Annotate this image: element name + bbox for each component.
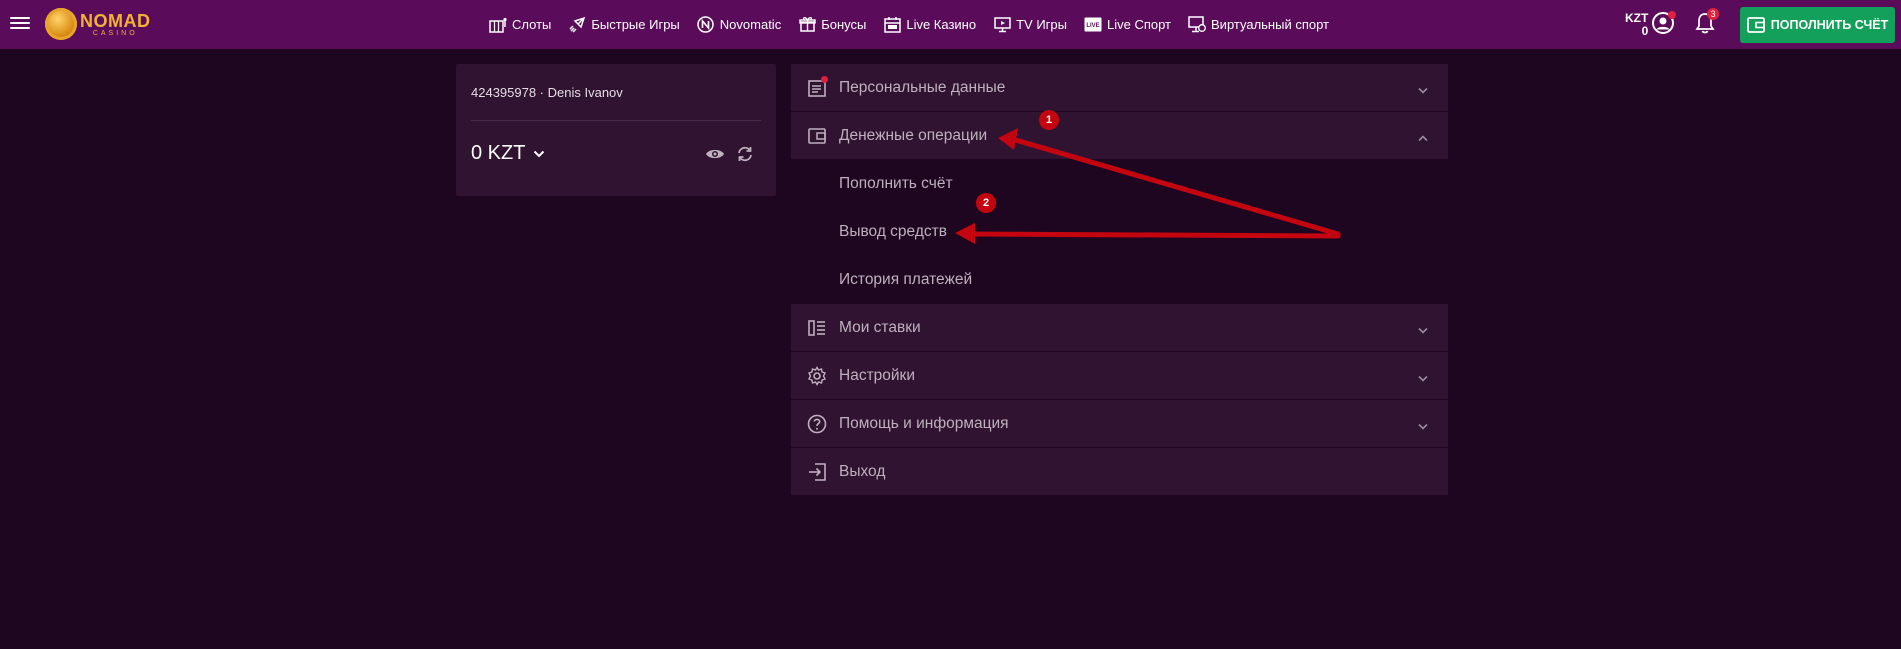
nav-label: Бонусы [821,17,867,32]
menu-item-my-bets[interactable]: Мои ставки [791,304,1448,352]
logo-sub: CASINO [92,29,138,37]
refresh-icon[interactable] [734,143,756,165]
nav-label: TV Игры [1016,17,1067,32]
wallet-icon [1746,17,1765,33]
nav-item-virtual-sport[interactable]: Виртуальный спорт [1188,16,1329,34]
nav-item-live-casino[interactable]: Live Казино [883,16,976,34]
logo-coin-icon [45,8,77,40]
submenu-item-withdraw[interactable]: Вывод средств [791,208,1448,256]
account-balance-selector[interactable]: 0 KZT [471,142,545,165]
novomatic-icon [697,16,715,34]
nav-item-fast-games[interactable]: Быстрые Игры [568,16,680,34]
bets-list-icon [806,317,828,339]
chevron-up-icon [1418,129,1428,147]
menu-item-label: Настройки [839,366,916,384]
annotation-marker-2: 2 [976,193,996,213]
chevron-down-icon [1418,321,1428,339]
nav-item-bonuses[interactable]: Бонусы [798,16,866,34]
nav-label: Live Казино [906,17,977,32]
virtual-sport-icon [1188,16,1206,34]
notifications-bell-icon[interactable]: 3 [1694,8,1719,35]
rocket-icon [568,16,586,34]
header-balance[interactable]: KZT 0 [1625,12,1648,38]
live-casino-icon [883,16,901,34]
annotation-marker-1: 1 [1039,110,1059,130]
account-balance: 0 KZT [471,142,526,164]
eye-icon[interactable] [704,143,726,165]
nav-label: Live Спорт [1106,17,1172,32]
menu-burger-icon[interactable] [10,14,30,34]
user-icon[interactable] [1651,11,1676,35]
live-sport-icon: LIVE [1084,16,1102,34]
nav-item-slots[interactable]: Слоты [489,16,551,34]
svg-text:LIVE: LIVE [1086,23,1099,29]
chevron-down-icon [1418,81,1428,99]
deposit-button-label: ПОПОЛНИТЬ СЧЁТ [1770,18,1889,32]
menu-item-personal-data[interactable]: Персональные данные [791,64,1448,112]
submenu-item-label: Вывод средств [839,223,947,240]
nav-label: Быстрые Игры [591,17,680,32]
submenu-item-label: Пополнить счёт [839,175,953,192]
account-menu: Персональные данные Денежные операции По… [791,64,1448,496]
menu-item-help[interactable]: Помощь и информация [791,400,1448,448]
chevron-down-icon [533,150,545,158]
menu-item-label: Персональные данные [839,78,1006,96]
submenu-item-deposit[interactable]: Пополнить счёт [791,160,1448,208]
menu-item-label: Помощь и информация [839,414,1009,432]
user-alert-dot [1668,11,1676,19]
gear-icon [806,365,828,387]
menu-item-label: Денежные операции [839,126,988,144]
header-balance-amount: 0 [1641,24,1649,38]
chevron-down-icon [1418,417,1428,435]
nav-item-tv-games[interactable]: TV Игры [993,16,1067,34]
menu-item-logout[interactable]: Выход [791,448,1448,496]
divider [471,120,761,121]
nav-item-novomatic[interactable]: Novomatic [697,16,781,34]
main-nav: Слоты Быстрые Игры Novomatic Бонусы Live… [489,0,1346,49]
gift-icon [798,16,816,34]
submenu-item-label: История платежей [839,271,973,288]
account-id-name: 424395978 · Denis Ivanov [471,85,623,100]
help-icon [806,413,828,435]
menu-item-label: Мои ставки [839,318,921,336]
deposit-button[interactable]: ПОПОЛНИТЬ СЧЁТ [1740,7,1895,43]
nav-label: Виртуальный спорт [1211,17,1329,32]
menu-item-label: Выход [839,462,886,480]
chevron-down-icon [1418,369,1428,387]
logout-icon [806,461,828,483]
account-card: 424395978 · Denis Ivanov 0 KZT [456,64,776,196]
nav-item-live-sport[interactable]: LIVE Live Спорт [1084,16,1171,34]
wallet-icon [806,125,828,147]
nav-label: Слоты [512,17,552,32]
nav-label: Novomatic [719,17,782,32]
top-bar: NOMAD CASINO Слоты Быстрые Игры Novomati… [0,0,1901,49]
menu-item-settings[interactable]: Настройки [791,352,1448,400]
menu-item-money-operations[interactable]: Денежные операции [791,112,1448,160]
logo[interactable]: NOMAD CASINO [45,8,151,40]
logo-name: NOMAD [80,10,151,31]
submenu-item-payment-history[interactable]: История платежей [791,256,1448,304]
alert-dot [821,76,828,83]
tv-icon [993,16,1011,34]
slots-icon [489,16,507,34]
notifications-badge: 3 [1707,8,1719,20]
